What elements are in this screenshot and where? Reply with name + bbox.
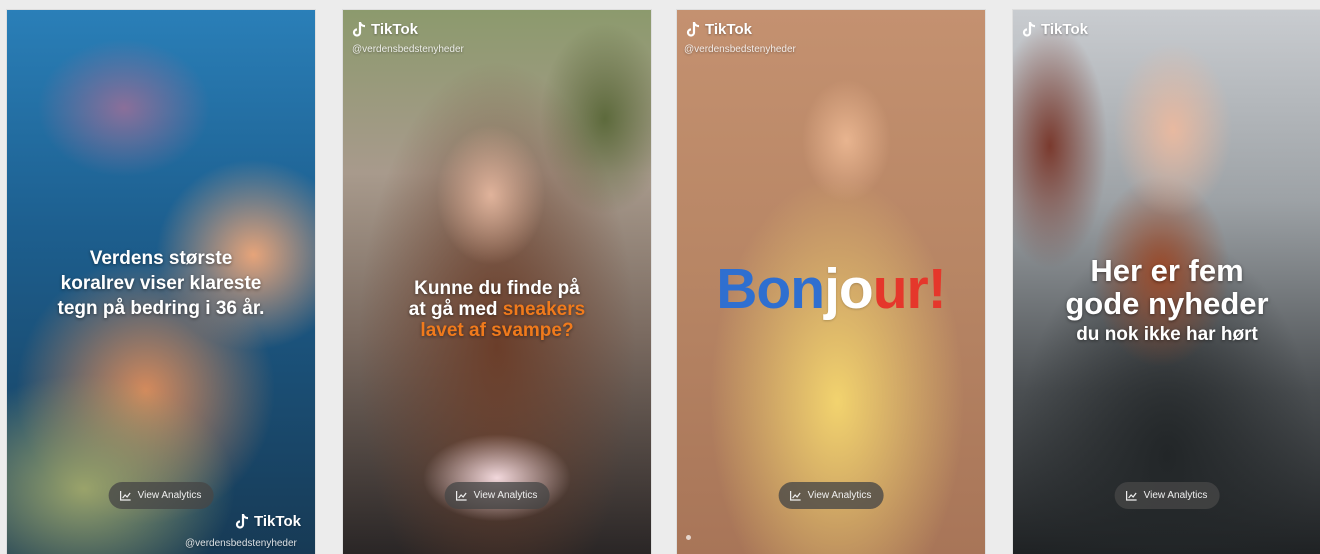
video-caption-sub: du nok ikke har hørt: [1076, 324, 1258, 345]
tiktok-logo-icon: [686, 22, 700, 37]
tiktok-brand-text: TikTok: [371, 21, 418, 38]
line-chart-icon: [790, 490, 801, 501]
tiktok-brand-text: TikTok: [1041, 21, 1088, 38]
tiktok-brand-text: TikTok: [705, 21, 752, 38]
line-chart-icon: [1126, 490, 1137, 501]
view-analytics-label: View Analytics: [473, 490, 538, 501]
video-card-4[interactable]: TikTok Her er fem gode nyheder du nok ik…: [1013, 10, 1320, 554]
view-analytics-button[interactable]: View Analytics: [108, 482, 214, 509]
view-analytics-button[interactable]: View Analytics: [444, 482, 550, 509]
tiktok-logo-icon: [352, 22, 366, 37]
view-analytics-label: View Analytics: [807, 490, 872, 501]
tiktok-logo-icon: [235, 514, 249, 529]
video-caption: Kunne du finde på at gå med sneakers lav…: [408, 278, 586, 341]
tiktok-brand-text: TikTok: [254, 513, 301, 530]
tiktok-watermark: TikTok: [1022, 21, 1088, 38]
video-card-3[interactable]: TikTok @verdensbedstenyheder Bonjour! Vi…: [677, 10, 985, 554]
line-chart-icon: [120, 490, 131, 501]
tiktok-watermark: TikTok: [352, 21, 418, 38]
channel-handle: @verdensbedstenyheder: [684, 44, 796, 55]
channel-handle: @verdensbedstenyheder: [185, 538, 297, 549]
tiktok-logo-icon: [1022, 22, 1036, 37]
caption-highlight: sneakers: [502, 299, 586, 320]
view-analytics-button[interactable]: View Analytics: [1114, 482, 1220, 509]
line-chart-icon: [456, 490, 467, 501]
video-caption: Verdens største koralrev viser klareste …: [57, 248, 265, 319]
channel-handle: @verdensbedstenyheder: [352, 44, 464, 55]
video-title-bonjour: Bonjour!: [716, 257, 946, 321]
progress-dot: [686, 535, 691, 540]
video-card-2[interactable]: TikTok @verdensbedstenyheder Kunne du fi…: [343, 10, 651, 554]
video-card-1[interactable]: Verdens største koralrev viser klareste …: [7, 10, 315, 554]
video-caption: Her er fem gode nyheder: [1065, 253, 1269, 321]
view-analytics-button[interactable]: View Analytics: [778, 482, 884, 509]
tiktok-watermark: TikTok: [686, 21, 752, 38]
view-analytics-label: View Analytics: [137, 490, 202, 501]
view-analytics-label: View Analytics: [1143, 490, 1208, 501]
tiktok-watermark: TikTok: [235, 513, 301, 530]
